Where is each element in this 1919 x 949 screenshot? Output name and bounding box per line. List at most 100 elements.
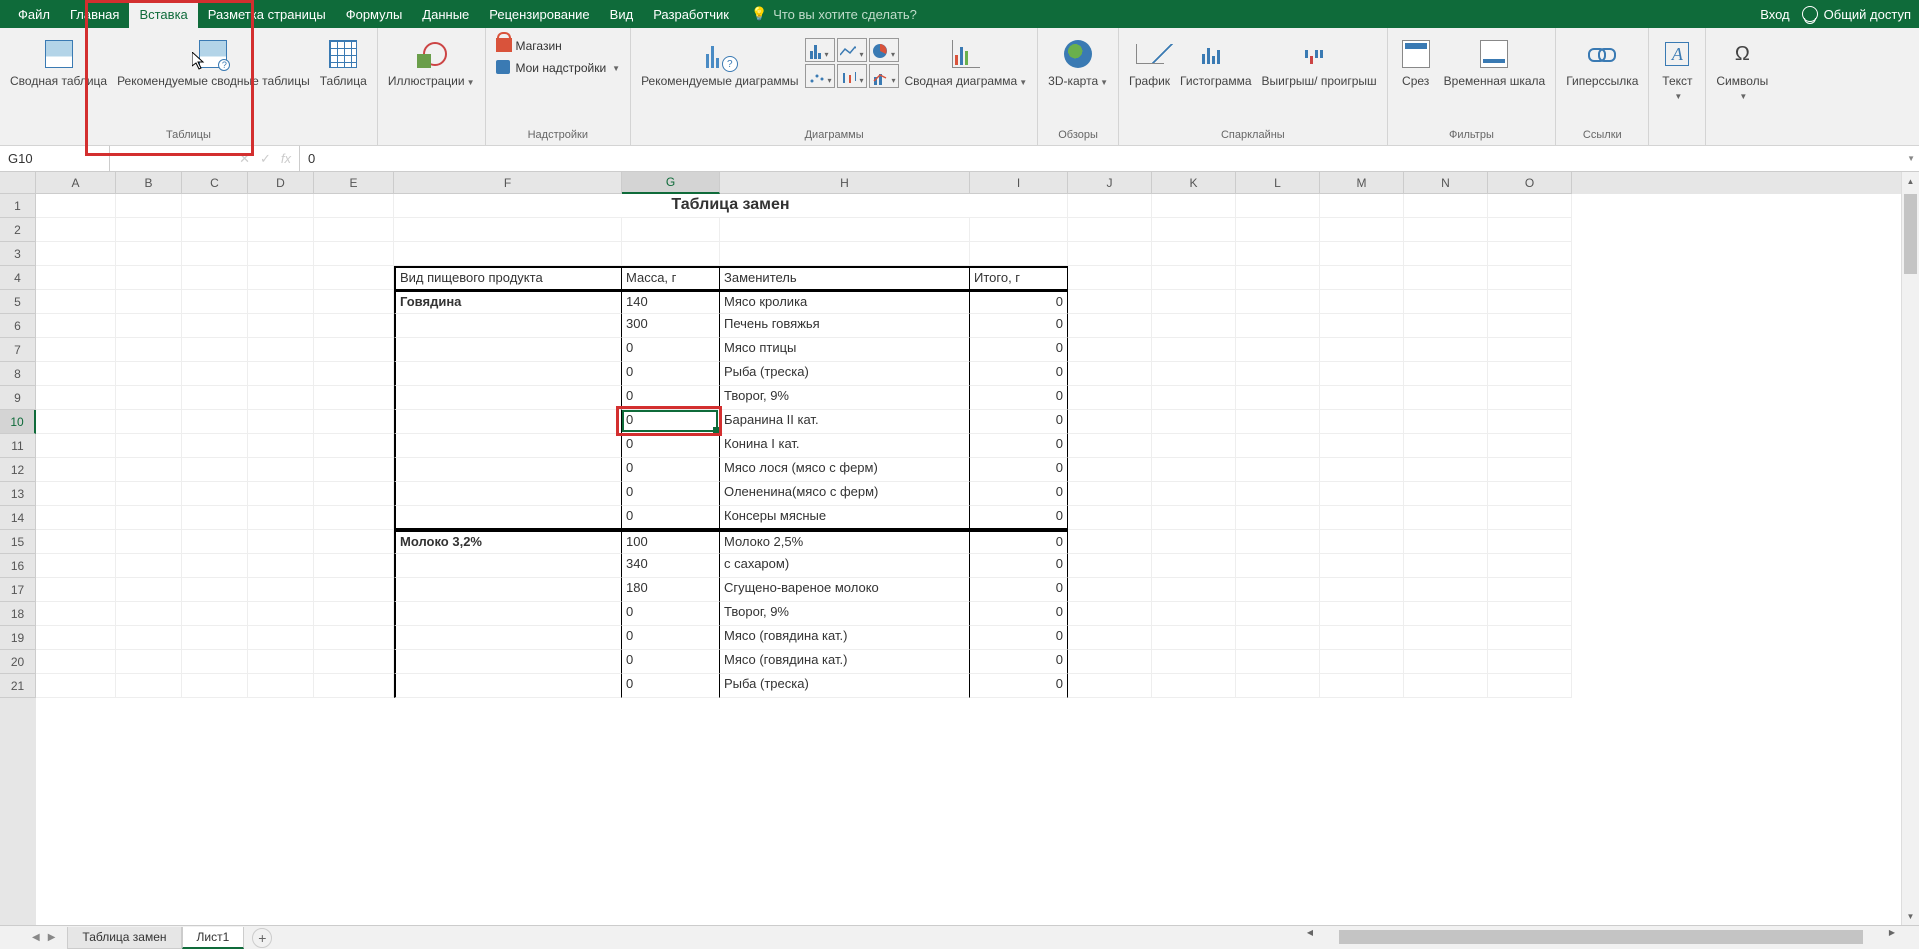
cell[interactable] bbox=[1404, 314, 1488, 338]
cell[interactable] bbox=[1152, 626, 1236, 650]
cell[interactable] bbox=[36, 386, 116, 410]
cell[interactable] bbox=[394, 458, 622, 482]
cell[interactable] bbox=[1152, 410, 1236, 434]
cell[interactable]: Итого, г bbox=[970, 266, 1068, 290]
cell[interactable]: 0 bbox=[970, 290, 1068, 314]
cell[interactable] bbox=[394, 674, 622, 698]
cell[interactable] bbox=[314, 290, 394, 314]
row-header[interactable]: 3 bbox=[0, 242, 36, 266]
cell[interactable]: 180 bbox=[622, 578, 720, 602]
symbols-button[interactable]: Ω Символы▼ bbox=[1712, 32, 1772, 105]
share-button[interactable]: Общий доступ bbox=[1802, 6, 1911, 22]
menu-tab[interactable]: Формулы bbox=[336, 0, 413, 28]
cell[interactable] bbox=[1068, 554, 1152, 578]
cell[interactable] bbox=[182, 410, 248, 434]
scroll-thumb[interactable] bbox=[1904, 194, 1917, 274]
cell[interactable] bbox=[1404, 554, 1488, 578]
spreadsheet-grid[interactable]: ABCDEFGHIJKLMNO 123456789101112131415161… bbox=[0, 172, 1919, 925]
cell[interactable] bbox=[314, 650, 394, 674]
cell[interactable] bbox=[394, 314, 622, 338]
cell[interactable] bbox=[1236, 362, 1320, 386]
cell[interactable] bbox=[248, 650, 314, 674]
cell[interactable] bbox=[1152, 506, 1236, 530]
column-header[interactable]: F bbox=[394, 172, 622, 194]
cell[interactable]: Мясо (говядина кат.) bbox=[720, 650, 970, 674]
cell[interactable] bbox=[314, 242, 394, 266]
cell[interactable]: Конина I кат. bbox=[720, 434, 970, 458]
cell[interactable] bbox=[1488, 602, 1572, 626]
cell[interactable] bbox=[1488, 458, 1572, 482]
row-header[interactable]: 4 bbox=[0, 266, 36, 290]
row-header[interactable]: 21 bbox=[0, 674, 36, 698]
cell[interactable] bbox=[1152, 458, 1236, 482]
cell[interactable] bbox=[182, 554, 248, 578]
cell[interactable] bbox=[1320, 290, 1404, 314]
cell[interactable] bbox=[248, 386, 314, 410]
scroll-thumb[interactable] bbox=[1339, 930, 1863, 944]
cell[interactable]: 0 bbox=[970, 578, 1068, 602]
row-header[interactable]: 5 bbox=[0, 290, 36, 314]
cell[interactable]: Молоко 3,2% bbox=[394, 530, 622, 554]
row-header[interactable]: 1 bbox=[0, 194, 36, 218]
cell[interactable]: Заменитель bbox=[720, 266, 970, 290]
cell[interactable]: 0 bbox=[970, 602, 1068, 626]
add-sheet-button[interactable]: + bbox=[252, 928, 272, 948]
cell[interactable]: 0 bbox=[622, 482, 720, 506]
cell[interactable] bbox=[1320, 218, 1404, 242]
cell[interactable]: 0 bbox=[622, 674, 720, 698]
cell[interactable] bbox=[182, 386, 248, 410]
cell[interactable] bbox=[248, 242, 314, 266]
cell[interactable] bbox=[970, 218, 1068, 242]
sheet-nav[interactable]: ◀▶ bbox=[20, 932, 67, 943]
cell[interactable]: Сгущено-вареное молоко bbox=[720, 578, 970, 602]
cell[interactable] bbox=[1488, 266, 1572, 290]
menu-tab[interactable]: Главная bbox=[60, 0, 129, 28]
cell[interactable] bbox=[182, 626, 248, 650]
cell[interactable] bbox=[1152, 338, 1236, 362]
cell[interactable] bbox=[116, 434, 182, 458]
cell[interactable] bbox=[314, 602, 394, 626]
cell[interactable]: Мясо кролика bbox=[720, 290, 970, 314]
cell[interactable] bbox=[1236, 482, 1320, 506]
pivot-chart-button[interactable]: Сводная диаграмма▼ bbox=[901, 32, 1032, 90]
cell[interactable] bbox=[394, 626, 622, 650]
column-header[interactable]: G bbox=[622, 172, 720, 194]
cell[interactable] bbox=[248, 218, 314, 242]
cell[interactable] bbox=[1404, 482, 1488, 506]
cell[interactable] bbox=[182, 530, 248, 554]
cell[interactable] bbox=[36, 458, 116, 482]
cell[interactable]: 0 bbox=[622, 626, 720, 650]
column-header[interactable]: I bbox=[970, 172, 1068, 194]
cell[interactable] bbox=[1068, 242, 1152, 266]
cell[interactable] bbox=[116, 218, 182, 242]
cell[interactable] bbox=[314, 410, 394, 434]
cell[interactable] bbox=[1236, 674, 1320, 698]
cell[interactable] bbox=[182, 290, 248, 314]
menu-file[interactable]: Файл bbox=[8, 0, 60, 28]
cell[interactable] bbox=[1068, 386, 1152, 410]
cell[interactable] bbox=[1236, 266, 1320, 290]
chart-stock-button[interactable]: ▾ bbox=[837, 64, 867, 88]
cell[interactable] bbox=[182, 602, 248, 626]
cell[interactable] bbox=[1488, 410, 1572, 434]
cell[interactable]: 0 bbox=[970, 554, 1068, 578]
cell[interactable] bbox=[1488, 218, 1572, 242]
cell[interactable] bbox=[314, 530, 394, 554]
cell[interactable] bbox=[1488, 674, 1572, 698]
cell[interactable] bbox=[116, 290, 182, 314]
cell[interactable] bbox=[1404, 362, 1488, 386]
cell[interactable] bbox=[1152, 386, 1236, 410]
cell[interactable]: 0 bbox=[970, 482, 1068, 506]
cell[interactable] bbox=[1404, 578, 1488, 602]
cell[interactable]: 0 bbox=[970, 314, 1068, 338]
cell[interactable]: 0 bbox=[970, 506, 1068, 530]
cell[interactable]: 0 bbox=[622, 338, 720, 362]
column-header[interactable]: M bbox=[1320, 172, 1404, 194]
cell[interactable] bbox=[116, 650, 182, 674]
cell[interactable] bbox=[36, 626, 116, 650]
cell[interactable] bbox=[1152, 434, 1236, 458]
cell[interactable] bbox=[1236, 530, 1320, 554]
vertical-scrollbar[interactable]: ▲ ▼ bbox=[1901, 172, 1919, 925]
cell[interactable] bbox=[1404, 434, 1488, 458]
cell[interactable] bbox=[1404, 194, 1488, 218]
